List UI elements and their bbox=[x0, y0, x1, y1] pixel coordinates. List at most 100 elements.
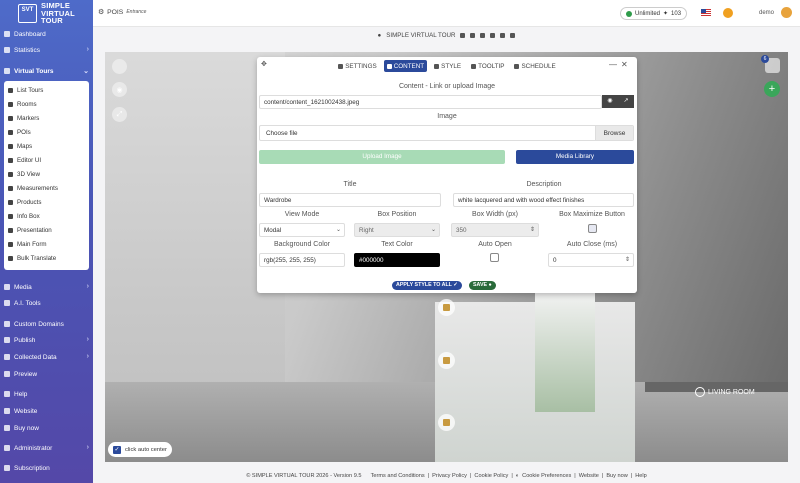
description-input[interactable]: white lacquered and with wood effect fin… bbox=[453, 193, 634, 207]
theme-toggle-icon[interactable] bbox=[723, 8, 733, 18]
sidebar-item-publish[interactable]: Publish › bbox=[0, 333, 93, 347]
brand-logo[interactable]: SVT SIMPLE VIRTUAL TOUR bbox=[0, 0, 93, 24]
open-external-icon[interactable]: ↗ bbox=[618, 95, 634, 108]
cart-icon bbox=[4, 425, 10, 431]
submenu-measurements[interactable]: Measurements bbox=[4, 182, 89, 195]
sidebar-item-administrator[interactable]: Administrator › bbox=[0, 441, 93, 455]
box-width-input[interactable]: 350 ⇕ bbox=[451, 223, 539, 237]
tab-settings[interactable]: SETTINGS bbox=[335, 60, 380, 72]
comment-icon bbox=[471, 63, 477, 69]
box-maximize-checkbox[interactable] bbox=[588, 224, 597, 233]
submenu-list-tours[interactable]: List Tours bbox=[4, 84, 89, 97]
content-path-input[interactable]: content/content_1621002438.jpeg bbox=[259, 95, 602, 109]
link-hotspot-icon[interactable] bbox=[438, 414, 455, 431]
plan-badge[interactable]: Unlimited ✦ 103 bbox=[620, 7, 688, 20]
info-icon bbox=[8, 214, 13, 219]
username[interactable]: demo bbox=[759, 10, 774, 16]
box-position-select[interactable]: Right ⌄ bbox=[354, 223, 440, 237]
view-mode-select[interactable]: Modal ⌄ bbox=[259, 223, 345, 237]
apply-style-button[interactable]: APPLY STYLE TO ALL ✓ bbox=[392, 281, 462, 290]
footer-link-website[interactable]: Website bbox=[579, 473, 599, 479]
sidebar-item-ai-tools[interactable]: A.I. Tools bbox=[0, 296, 93, 310]
user-icon[interactable] bbox=[500, 33, 506, 38]
sidebar-item-collected-data[interactable]: Collected Data › bbox=[0, 350, 93, 364]
settings-icon[interactable] bbox=[480, 33, 486, 38]
stop-icon[interactable] bbox=[490, 33, 496, 38]
close-icon[interactable]: ✕ bbox=[621, 60, 628, 69]
bg-color-input[interactable]: rgb(255, 255, 255) bbox=[259, 253, 345, 267]
help-icon bbox=[4, 391, 10, 397]
sidebar-item-preview[interactable]: Preview bbox=[0, 367, 93, 381]
collected-data-icon bbox=[4, 354, 10, 360]
submenu-info-box[interactable]: Info Box bbox=[4, 210, 89, 223]
minimize-icon[interactable]: — bbox=[609, 60, 617, 69]
tab-schedule[interactable]: SCHEDULE bbox=[511, 60, 558, 72]
language-flag-icon[interactable] bbox=[701, 9, 711, 16]
submenu-markers[interactable]: Markers bbox=[4, 112, 89, 125]
auto-close-input[interactable]: 0 ⇕ bbox=[548, 253, 634, 267]
save-button[interactable]: SAVE ● bbox=[469, 281, 496, 290]
auto-open-checkbox[interactable] bbox=[490, 253, 499, 262]
preview-eye-icon[interactable]: ◉ bbox=[602, 95, 618, 108]
submenu-maps[interactable]: Maps bbox=[4, 140, 89, 153]
sidebar-item-help[interactable]: Help bbox=[0, 387, 93, 401]
submenu-products[interactable]: Products bbox=[4, 196, 89, 209]
title-input[interactable]: Wardrobe bbox=[259, 193, 441, 207]
footer-link-privacy[interactable]: Privacy Policy bbox=[432, 473, 467, 479]
edit-icon[interactable] bbox=[460, 33, 466, 38]
checkbox-checked-icon[interactable]: ✓ bbox=[113, 445, 121, 454]
tour-name[interactable]: SIMPLE VIRTUAL TOUR bbox=[386, 32, 455, 39]
submenu-bulk-translate[interactable]: Bulk Translate bbox=[4, 252, 89, 265]
stepper-icon: ⇕ bbox=[624, 257, 630, 263]
submenu-editor-ui[interactable]: Editor UI bbox=[4, 154, 89, 167]
footer-link-help[interactable]: Help bbox=[635, 473, 647, 479]
settings-icon: ⚙ bbox=[98, 9, 105, 16]
view-toggle-icon[interactable]: ◉ bbox=[112, 82, 127, 97]
sidebar-item-buy-now[interactable]: Buy now bbox=[0, 421, 93, 435]
status-dot-icon bbox=[626, 10, 632, 17]
browse-button[interactable]: Browse bbox=[595, 126, 633, 140]
auto-close-label: Auto Close (ms) bbox=[566, 241, 618, 248]
footer-link-terms[interactable]: Terms and Conditions bbox=[371, 473, 425, 479]
footer-link-cookie-policy[interactable]: Cookie Policy bbox=[474, 473, 508, 479]
upload-image-button[interactable]: Upload Image bbox=[259, 150, 505, 164]
submenu-pois[interactable]: POIs bbox=[4, 126, 89, 139]
sidebar-item-media[interactable]: Media › bbox=[0, 280, 93, 294]
view-mode-label: View Mode bbox=[284, 211, 320, 218]
image-hotspot-icon[interactable] bbox=[438, 299, 455, 316]
translate-icon bbox=[8, 256, 13, 261]
add-poi-icon[interactable]: + bbox=[764, 81, 780, 97]
footer-link-cookie-preferences[interactable]: Cookie Preferences bbox=[522, 473, 571, 479]
media-library-button[interactable]: Media Library bbox=[516, 150, 634, 164]
preview-eye-icon[interactable] bbox=[510, 33, 516, 38]
eye-icon bbox=[4, 371, 10, 377]
submenu-rooms[interactable]: Rooms bbox=[4, 98, 89, 111]
tab-content[interactable]: CONTENT bbox=[383, 60, 428, 72]
footer-link-buy-now[interactable]: Buy now bbox=[606, 473, 627, 479]
rooms-icon bbox=[8, 102, 13, 107]
video-hotspot-icon[interactable] bbox=[438, 352, 455, 369]
expand-icon[interactable]: ⤢ bbox=[112, 107, 127, 122]
tab-style[interactable]: STYLE bbox=[431, 60, 464, 72]
tab-tooltip[interactable]: TOOLTIP bbox=[468, 60, 507, 72]
room-marker[interactable]: LIVING ROOM bbox=[695, 387, 755, 397]
link-icon[interactable] bbox=[470, 33, 476, 38]
file-input[interactable]: Choose file Browse bbox=[259, 125, 634, 141]
sidebar-item-dashboard[interactable]: Dashboard bbox=[0, 27, 93, 41]
sidebar-item-virtual-tours[interactable]: Virtual Tours ⌄ bbox=[0, 64, 93, 78]
chevron-down-icon: ⌄ bbox=[430, 227, 436, 233]
list-icon bbox=[8, 88, 13, 93]
submenu-presentation[interactable]: Presentation bbox=[4, 224, 89, 237]
media-icon bbox=[4, 284, 10, 290]
auto-center-toggle[interactable]: ✓ click auto center bbox=[108, 442, 172, 457]
avatar[interactable] bbox=[781, 7, 792, 18]
sidebar-item-subscription[interactable]: Subscription bbox=[0, 461, 93, 475]
chevron-down-icon: ⌄ bbox=[335, 227, 341, 233]
fullscreen-icon[interactable] bbox=[112, 59, 127, 74]
sidebar-item-website[interactable]: Website bbox=[0, 404, 93, 418]
submenu-main-form[interactable]: Main Form bbox=[4, 238, 89, 251]
sidebar-item-custom-domains[interactable]: Custom Domains bbox=[0, 317, 93, 331]
text-color-input[interactable]: #000000 bbox=[354, 253, 440, 267]
submenu-3d-view[interactable]: 3D View bbox=[4, 168, 89, 181]
sidebar-item-statistics[interactable]: Statistics › bbox=[0, 43, 93, 57]
